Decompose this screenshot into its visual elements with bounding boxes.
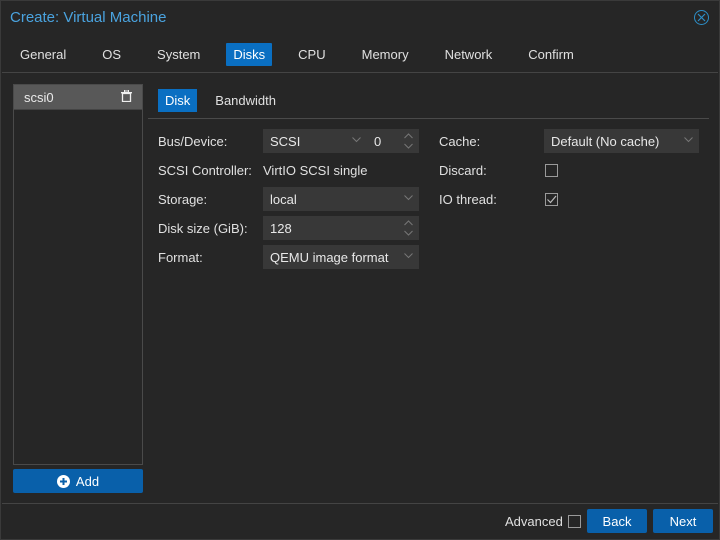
tab-confirm[interactable]: Confirm <box>518 43 584 66</box>
subtab-divider <box>148 118 709 119</box>
disk-list-item[interactable]: scsi0 <box>14 85 142 110</box>
subtab-disk[interactable]: Disk <box>158 89 198 112</box>
tab-cpu[interactable]: CPU <box>288 43 335 66</box>
device-number-spinner[interactable]: 0 <box>367 129 419 153</box>
format-select[interactable]: QEMU image format <box>263 245 419 269</box>
chevron-down-icon <box>404 195 413 201</box>
tab-system[interactable]: System <box>147 43 210 66</box>
storage-select[interactable]: local <box>263 187 419 211</box>
scsi-controller-label: SCSI Controller: <box>158 162 252 178</box>
spinner-arrows-icon[interactable] <box>404 220 413 236</box>
disks-panel: scsi0 Add Disk Bandwidth Bus/Device: SCS… <box>2 72 718 504</box>
cache-value: Default (No cache) <box>551 133 660 149</box>
chevron-down-icon <box>684 137 693 143</box>
disk-size-value: 128 <box>270 220 292 236</box>
trash-icon[interactable] <box>121 89 132 105</box>
disk-size-label: Disk size (GiB): <box>158 220 248 236</box>
format-label: Format: <box>158 249 203 265</box>
tab-memory[interactable]: Memory <box>352 43 419 66</box>
bus-select[interactable]: SCSI <box>263 129 367 153</box>
device-value: 0 <box>374 133 382 149</box>
io-thread-label: IO thread: <box>439 191 497 207</box>
tab-disks[interactable]: Disks <box>226 43 273 66</box>
discard-label: Discard: <box>439 162 487 178</box>
disk-item-label: scsi0 <box>24 89 54 105</box>
back-button[interactable]: Back <box>587 509 647 533</box>
tab-os[interactable]: OS <box>92 43 131 66</box>
add-label: Add <box>75 473 100 489</box>
tab-general[interactable]: General <box>10 43 76 66</box>
create-vm-dialog: Create: Virtual Machine General OS Syste… <box>0 0 720 540</box>
close-button[interactable] <box>694 10 709 25</box>
advanced-checkbox[interactable] <box>567 515 581 528</box>
wizard-tabs: General OS System Disks CPU Memory Netwo… <box>10 43 600 66</box>
io-thread-checkbox[interactable] <box>545 193 558 206</box>
advanced-toggle[interactable]: Advanced <box>505 514 581 529</box>
cache-select[interactable]: Default (No cache) <box>544 129 699 153</box>
discard-checkbox[interactable] <box>545 164 558 177</box>
next-button[interactable]: Next <box>653 509 713 533</box>
disk-subtabs: Disk Bandwidth <box>158 89 294 112</box>
checkmark-icon <box>547 195 557 204</box>
chevron-down-icon <box>352 137 361 143</box>
add-disk-button[interactable]: Add <box>13 469 143 493</box>
scsi-controller-value: VirtIO SCSI single <box>263 162 368 178</box>
subtab-bandwidth[interactable]: Bandwidth <box>208 89 283 112</box>
storage-label: Storage: <box>158 191 208 207</box>
advanced-label: Advanced <box>505 514 563 529</box>
chevron-down-icon <box>404 253 413 259</box>
format-value: QEMU image format <box>270 249 389 265</box>
storage-value: local <box>270 191 297 207</box>
spinner-arrows-icon[interactable] <box>404 133 413 149</box>
dialog-title: Create: Virtual Machine <box>10 9 167 26</box>
disk-list: scsi0 <box>13 84 143 465</box>
bus-value: SCSI <box>270 133 301 149</box>
tab-network[interactable]: Network <box>435 43 503 66</box>
cache-label: Cache: <box>439 133 481 149</box>
close-icon <box>697 13 706 22</box>
disk-size-input[interactable]: 128 <box>263 216 419 240</box>
plus-circle-icon <box>56 474 70 488</box>
bus-device-label: Bus/Device: <box>158 133 228 149</box>
